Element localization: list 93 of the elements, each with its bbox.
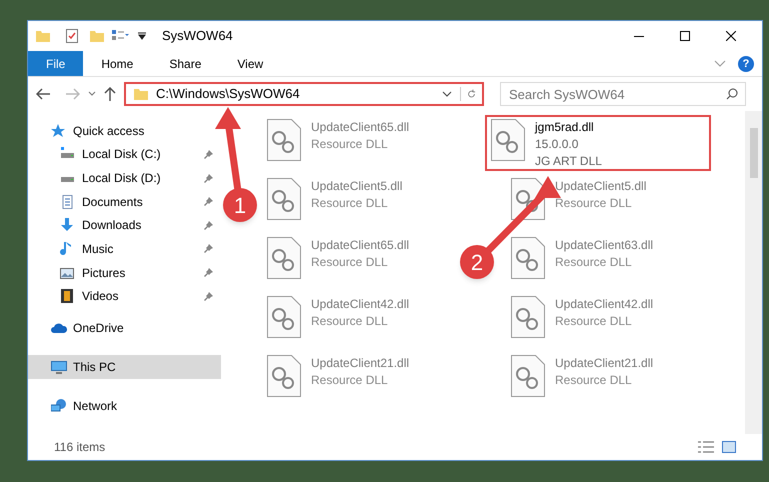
pin-icon[interactable]: [204, 150, 213, 159]
gears-file-icon: [511, 355, 545, 397]
gears-file-icon: [511, 296, 545, 338]
refresh-icon[interactable]: [460, 87, 478, 101]
network-icon: [51, 399, 67, 414]
ribbon-tab[interactable]: View: [219, 51, 282, 76]
file-detail: Resource DLL: [555, 254, 633, 271]
file-item[interactable]: UpdateClient21.dll Resource DLL: [505, 351, 695, 407]
gears-file-icon: [491, 119, 525, 161]
cloud-icon: [51, 320, 67, 335]
file-detail: Resource DLL: [311, 313, 389, 330]
download-icon: [60, 218, 76, 232]
gears-file-icon: [267, 178, 301, 220]
sidebar-item[interactable]: OneDrive: [28, 316, 221, 340]
file-name: UpdateClient21.dll: [555, 355, 654, 372]
picture-icon: [60, 266, 76, 280]
file-item[interactable]: UpdateClient42.dll Resource DLL: [505, 292, 695, 348]
dropdown-icon[interactable]: [442, 91, 452, 97]
file-item[interactable]: jgm5rad.dll 15.0.0.0 JG ART DLL: [485, 115, 711, 171]
pin-icon[interactable]: [204, 268, 213, 278]
file-detail: Resource DLL: [311, 254, 389, 271]
dropdown-icon[interactable]: [138, 32, 146, 40]
back-arrow-icon[interactable]: [36, 88, 50, 100]
sidebar-item[interactable]: This PC: [28, 355, 221, 379]
ribbon-tab[interactable]: File: [28, 51, 84, 76]
large-icons-view-icon[interactable]: [722, 441, 736, 453]
file-name: UpdateClient5.dll: [555, 178, 646, 195]
sidebar-item[interactable]: Local Disk (C:): [28, 142, 221, 166]
star-icon: [51, 124, 67, 138]
properties-icon[interactable]: [66, 29, 78, 43]
scrollbar[interactable]: [745, 111, 762, 434]
file-item[interactable]: UpdateClient65.dll Resource DLL: [261, 115, 451, 171]
file-detail: JG ART DLL: [535, 153, 602, 170]
maximize-icon: [680, 31, 690, 41]
sidebar-item[interactable]: Pictures: [28, 260, 221, 284]
gears-file-icon: [511, 237, 545, 279]
ribbon-tab[interactable]: Share: [151, 51, 220, 76]
file-item[interactable]: UpdateClient5.dll Resource DLL: [505, 174, 695, 230]
expand-ribbon-icon[interactable]: [714, 60, 726, 68]
file-detail: Resource DLL: [311, 372, 389, 389]
pin-icon[interactable]: [204, 292, 213, 301]
file-item[interactable]: UpdateClient63.dll Resource DLL: [505, 233, 695, 289]
gears-file-icon: [267, 237, 301, 279]
file-name: UpdateClient21.dll: [311, 355, 410, 372]
pin-icon[interactable]: [204, 220, 213, 230]
file-name: UpdateClient65.dll: [311, 119, 410, 136]
sidebar-item[interactable]: Network: [28, 394, 221, 418]
file-name: UpdateClient63.dll: [555, 237, 654, 254]
sidebar-item[interactable]: Music: [28, 237, 221, 261]
up-arrow-icon[interactable]: [104, 87, 116, 101]
gears-file-icon: [267, 296, 301, 338]
file-item[interactable]: UpdateClient21.dll Resource DLL: [261, 351, 451, 407]
file-detail: Resource DLL: [311, 136, 389, 153]
search-field[interactable]: Search SysWOW64: [500, 82, 746, 106]
gears-file-icon: [267, 355, 301, 397]
recent-locations-icon[interactable]: [88, 91, 96, 97]
sidebar-item[interactable]: Videos: [28, 284, 221, 308]
file-item[interactable]: UpdateClient5.dll Resource DLL: [261, 174, 451, 230]
address-path: C:\Windows\SysWOW64: [156, 85, 300, 104]
search-icon: [726, 88, 738, 100]
file-detail: Resource DLL: [555, 313, 633, 330]
forward-arrow-icon[interactable]: [66, 88, 80, 100]
ribbon-tab[interactable]: Home: [83, 51, 152, 76]
file-detail: Resource DLL: [311, 195, 389, 212]
sidebar-item[interactable]: Quick access: [28, 119, 221, 143]
sidebar-item[interactable]: Downloads: [28, 214, 221, 238]
video-icon: [60, 289, 76, 304]
address-bar[interactable]: C:\Windows\SysWOW64: [124, 82, 484, 106]
scrollbar-thumb[interactable]: [750, 128, 758, 178]
file-detail: 15.0.0.0: [535, 136, 580, 153]
details-view-icon[interactable]: [698, 441, 714, 453]
file-name: jgm5rad.dll: [535, 119, 595, 136]
help-button[interactable]: ?: [738, 56, 754, 72]
folder-icon: [134, 88, 148, 100]
file-detail: Resource DLL: [555, 372, 633, 389]
sidebar-item[interactable]: Documents: [28, 190, 221, 214]
item-count: 116 items: [54, 439, 106, 456]
file-detail: Resource DLL: [555, 195, 633, 212]
file-item[interactable]: UpdateClient42.dll Resource DLL: [261, 292, 451, 348]
pin-icon[interactable]: [204, 174, 213, 183]
gears-file-icon: [267, 119, 301, 161]
sidebar-item[interactable]: Local Disk (D:): [28, 166, 221, 190]
file-item[interactable]: UpdateClient65.dll Resource DLL: [261, 233, 451, 289]
view-options-icon[interactable]: [112, 30, 130, 42]
close-icon: [726, 31, 736, 41]
file-name: UpdateClient5.dll: [311, 178, 402, 195]
pin-icon[interactable]: [204, 244, 213, 254]
file-name: UpdateClient42.dll: [311, 296, 410, 313]
file-name: UpdateClient42.dll: [555, 296, 654, 313]
file-name: UpdateClient65.dll: [311, 237, 410, 254]
pin-icon[interactable]: [204, 197, 213, 206]
window-title: SysWOW64: [162, 27, 233, 46]
pc-icon: [51, 360, 67, 374]
